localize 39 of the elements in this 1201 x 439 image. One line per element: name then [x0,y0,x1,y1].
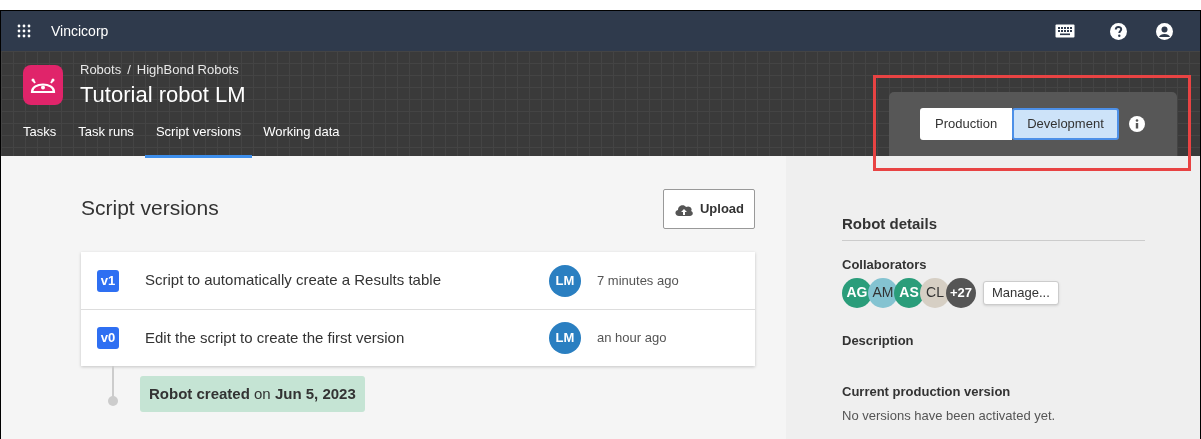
timeline-icon [107,366,119,408]
version-message[interactable]: Edit the script to create the first version [145,326,549,350]
version-badge: v0 [97,327,119,349]
collaborator-avatar: AS [894,277,924,308]
tab[interactable]: Working data [252,117,351,158]
version-message[interactable]: Script to automatically create a Results table [145,269,549,292]
field-label: Description [842,331,915,350]
page-title: Tutorial robot LM [80,80,246,109]
collaborator-avatar: CL [920,277,950,308]
field-label: Current production version [842,383,1012,401]
help-icon[interactable] [1110,22,1127,40]
environment-toggle[interactable]: Production [920,108,1013,140]
created-note: Robot created on Jun 5, 2023 [140,375,365,412]
field-label: Collaborators [842,256,928,274]
environment-toggle[interactable]: Development [1012,108,1119,140]
collaborator-avatar: AG [842,277,872,308]
field-value: No versions have been activated yet. [842,406,1057,425]
section-title: Script versions [81,195,219,221]
robot-logo-icon [23,65,63,105]
collaborator-avatar: AM [868,277,898,308]
upload-button[interactable]: Upload [662,189,755,229]
breadcrumb-link[interactable]: HighBond Robots [136,60,239,80]
org-name: Vincicorp [51,21,109,41]
details-title: Robot details [842,215,937,232]
version-badge: v1 [97,269,119,292]
version-time: 7 minutes ago [597,271,679,290]
breadcrumb-link[interactable]: Robots [80,60,122,80]
app-grid-icon[interactable] [17,24,31,38]
tab[interactable]: Tasks [12,117,68,158]
more-collaborators-badge: +27 [946,277,976,308]
tab[interactable]: Task runs [67,117,145,158]
author-avatar: LM [549,322,581,354]
breadcrumb-separator: / [127,61,131,79]
version-time: an hour ago [597,329,667,348]
user-icon[interactable] [1156,22,1173,40]
keyboard-icon[interactable] [1055,24,1075,38]
manage-button[interactable]: Manage... [983,280,1059,305]
info-icon[interactable] [1128,116,1145,132]
author-avatar: LM [549,264,581,297]
